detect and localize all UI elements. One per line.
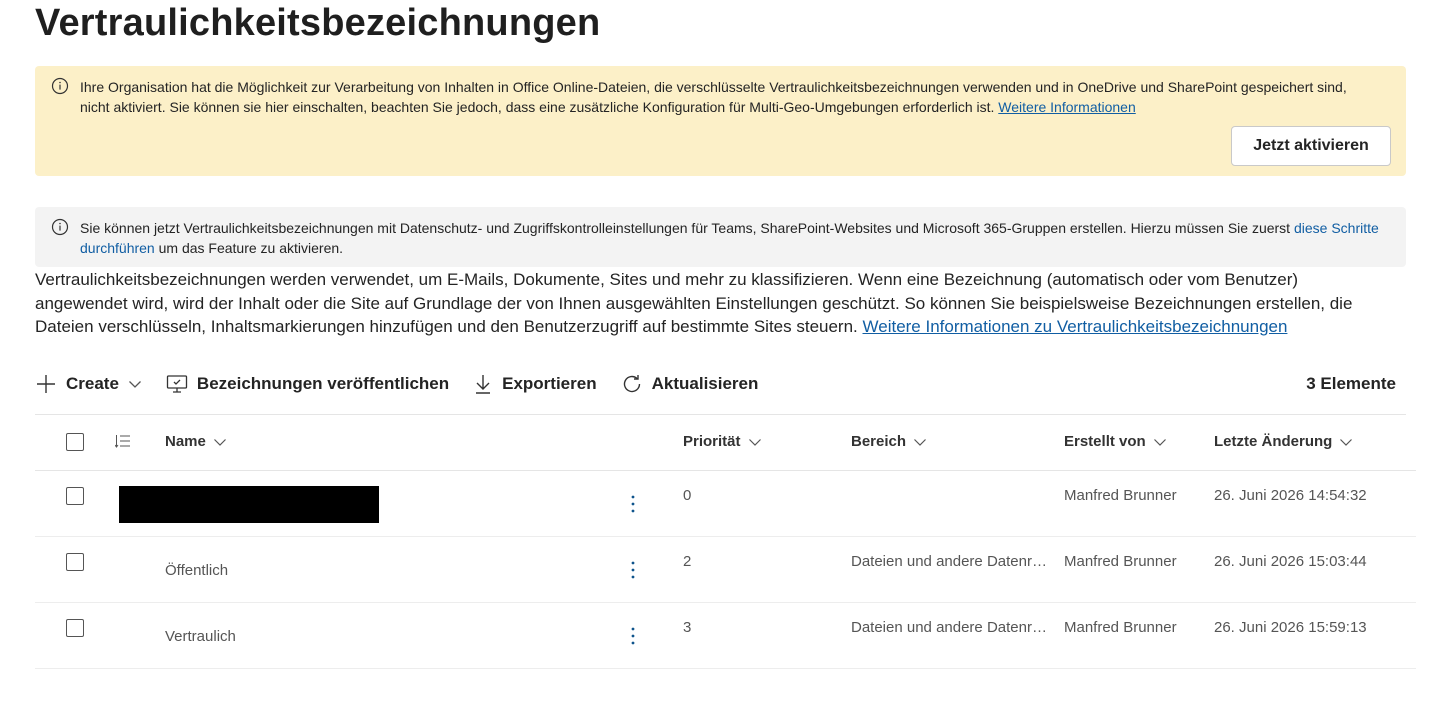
column-header-created-by[interactable]: Erstellt von: [1064, 433, 1167, 450]
page-description: Vertraulichkeitsbezeichnungen werden ver…: [35, 268, 1395, 339]
refresh-button[interactable]: Aktualisieren: [621, 373, 759, 395]
warning-banner-text: Ihre Organisation hat die Möglichkeit zu…: [80, 77, 1380, 117]
chevron-down-icon: [913, 437, 927, 447]
labels-table: Name Priorität Bereich Erstellt von Letz…: [35, 415, 1416, 669]
priority-cell: 3: [683, 619, 692, 636]
select-all-checkbox[interactable]: [66, 433, 84, 451]
publish-labels-button[interactable]: Bezeichnungen veröffentlichen: [166, 374, 449, 394]
warning-banner-message: Ihre Organisation hat die Möglichkeit zu…: [80, 79, 1347, 115]
create-button[interactable]: Create: [35, 373, 142, 395]
chevron-down-icon: [1339, 437, 1353, 447]
column-header-priority[interactable]: Priorität: [683, 433, 762, 450]
table-row[interactable]: Öffentlich 2 Dateien und andere Datenres…: [35, 537, 1416, 603]
created-by-cell: Manfred Brunner: [1064, 553, 1177, 570]
created-by-cell: Manfred Brunner: [1064, 619, 1177, 636]
chevron-down-icon: [748, 437, 762, 447]
export-button[interactable]: Exportieren: [473, 373, 597, 395]
warning-banner: Ihre Organisation hat die Möglichkeit zu…: [35, 66, 1406, 176]
scope-cell: Dateien und andere Datenressourcen: [851, 553, 1049, 570]
publish-labels-label: Bezeichnungen veröffentlichen: [196, 374, 450, 393]
refresh-label: Aktualisieren: [651, 374, 759, 393]
column-header-scope-label: Bereich: [851, 433, 907, 450]
priority-cell: 0: [683, 487, 692, 504]
priority-cell: 2: [683, 553, 692, 570]
info-icon: [51, 77, 69, 95]
info-banner-message-end: um das Feature zu aktivieren.: [154, 240, 344, 256]
row-checkbox[interactable]: [66, 619, 84, 637]
column-header-name-label: Name: [165, 433, 206, 450]
chevron-down-icon: [128, 379, 142, 389]
column-header-modified[interactable]: Letzte Änderung: [1214, 433, 1353, 450]
activate-now-button[interactable]: Jetzt aktivieren: [1231, 126, 1391, 166]
label-name-cell[interactable]: Vertraulich: [165, 628, 236, 645]
scope-cell: Dateien und andere Datenressourcen: [851, 619, 1049, 636]
redacted-label-name: [119, 486, 379, 523]
learn-more-link[interactable]: Weitere Informationen zu Vertraulichkeit…: [863, 317, 1288, 336]
created-by-cell: Manfred Brunner: [1064, 487, 1177, 504]
export-label: Exportieren: [502, 374, 597, 393]
info-banner: Sie können jetzt Vertraulichkeitsbezeich…: [35, 207, 1406, 267]
row-checkbox[interactable]: [66, 553, 84, 571]
plus-icon: [35, 373, 57, 395]
table-row[interactable]: 0 Manfred Brunner 26. Juni 2026 14:54:32: [35, 471, 1416, 537]
chevron-down-icon: [213, 437, 227, 447]
refresh-icon: [621, 373, 643, 395]
table-header: Name Priorität Bereich Erstellt von Letz…: [35, 415, 1416, 471]
command-bar: Create Bezeichnungen veröffentlichen Exp…: [35, 362, 1406, 406]
column-header-priority-label: Priorität: [683, 433, 741, 450]
info-banner-message: Sie können jetzt Vertraulichkeitsbezeich…: [80, 220, 1294, 236]
label-name-cell[interactable]: Öffentlich: [165, 562, 228, 579]
chevron-down-icon: [1153, 437, 1167, 447]
column-header-scope[interactable]: Bereich: [851, 433, 927, 450]
row-checkbox[interactable]: [66, 487, 84, 505]
column-header-modified-label: Letzte Änderung: [1214, 433, 1333, 450]
more-options-icon[interactable]: [623, 555, 643, 585]
modified-cell: 26. Juni 2026 15:59:13: [1214, 619, 1367, 636]
publish-icon: [166, 374, 188, 394]
table-row[interactable]: Vertraulich 3 Dateien und andere Datenre…: [35, 603, 1416, 669]
item-count: 3 Elemente: [1306, 374, 1396, 393]
info-banner-text: Sie können jetzt Vertraulichkeitsbezeich…: [80, 218, 1390, 258]
more-options-icon[interactable]: [623, 489, 643, 519]
page-title: Vertraulichkeitsbezeichnungen: [35, 2, 601, 44]
download-icon: [473, 373, 493, 395]
more-options-icon[interactable]: [623, 621, 643, 651]
column-options-icon[interactable]: [114, 434, 131, 453]
column-header-created-by-label: Erstellt von: [1064, 433, 1146, 450]
column-header-name[interactable]: Name: [165, 433, 227, 450]
create-label: Create: [66, 374, 119, 393]
info-icon: [51, 218, 69, 236]
warning-banner-link[interactable]: Weitere Informationen: [998, 99, 1135, 115]
modified-cell: 26. Juni 2026 15:03:44: [1214, 553, 1367, 570]
modified-cell: 26. Juni 2026 14:54:32: [1214, 487, 1367, 504]
